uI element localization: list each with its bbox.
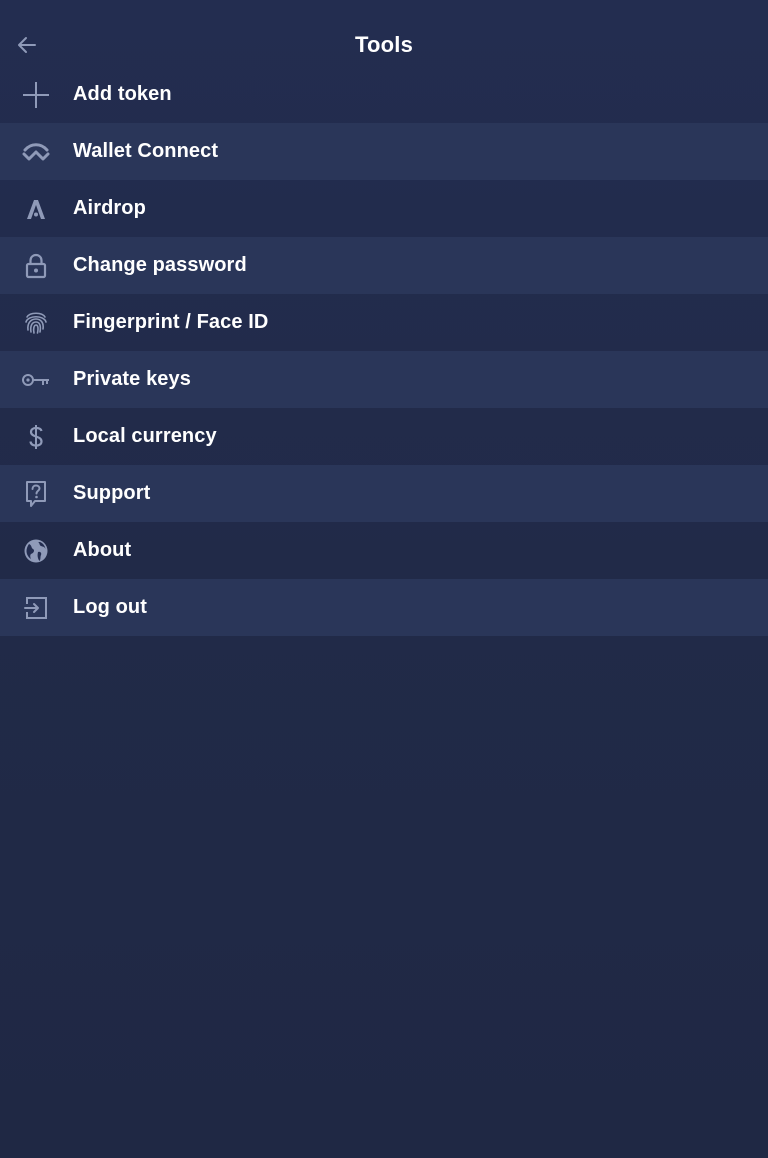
- menu-item-label: Support: [73, 482, 151, 504]
- help-icon: [18, 476, 54, 512]
- menu-item-add-token[interactable]: Add token: [0, 66, 768, 123]
- dollar-icon: [18, 419, 54, 455]
- menu-item-label: Change password: [73, 254, 247, 276]
- logout-icon: [18, 590, 54, 626]
- menu-item-fingerprint[interactable]: Fingerprint / Face ID: [0, 294, 768, 351]
- menu-item-about[interactable]: About: [0, 522, 768, 579]
- menu-item-change-password[interactable]: Change password: [0, 237, 768, 294]
- plus-icon: [18, 77, 54, 113]
- menu-item-log-out[interactable]: Log out: [0, 579, 768, 636]
- airdrop-icon: [18, 191, 54, 227]
- menu-item-support[interactable]: Support: [0, 465, 768, 522]
- fingerprint-icon: [18, 305, 54, 341]
- lock-icon: [18, 248, 54, 284]
- menu-item-label: Airdrop: [73, 197, 146, 219]
- menu-item-label: Private keys: [73, 368, 191, 390]
- page-title: Tools: [354, 32, 414, 57]
- menu-item-label: Wallet Connect: [73, 140, 219, 162]
- menu-item-label: About: [73, 539, 132, 561]
- menu-item-wallet-connect[interactable]: Wallet Connect: [0, 123, 768, 180]
- walletconnect-icon: [18, 134, 54, 170]
- menu-item-airdrop[interactable]: Airdrop: [0, 180, 768, 237]
- menu-item-label: Fingerprint / Face ID: [73, 311, 269, 333]
- key-icon: [18, 362, 54, 398]
- menu-item-label: Local currency: [73, 425, 217, 447]
- tools-menu: Add token Wallet Connect Airdrop Change …: [0, 66, 768, 636]
- top-bar: Tools: [0, 0, 768, 66]
- menu-item-label: Log out: [73, 596, 148, 618]
- menu-item-label: Add token: [73, 83, 172, 105]
- menu-item-local-currency[interactable]: Local currency: [0, 408, 768, 465]
- globe-icon: [18, 533, 54, 569]
- menu-item-private-keys[interactable]: Private keys: [0, 351, 768, 408]
